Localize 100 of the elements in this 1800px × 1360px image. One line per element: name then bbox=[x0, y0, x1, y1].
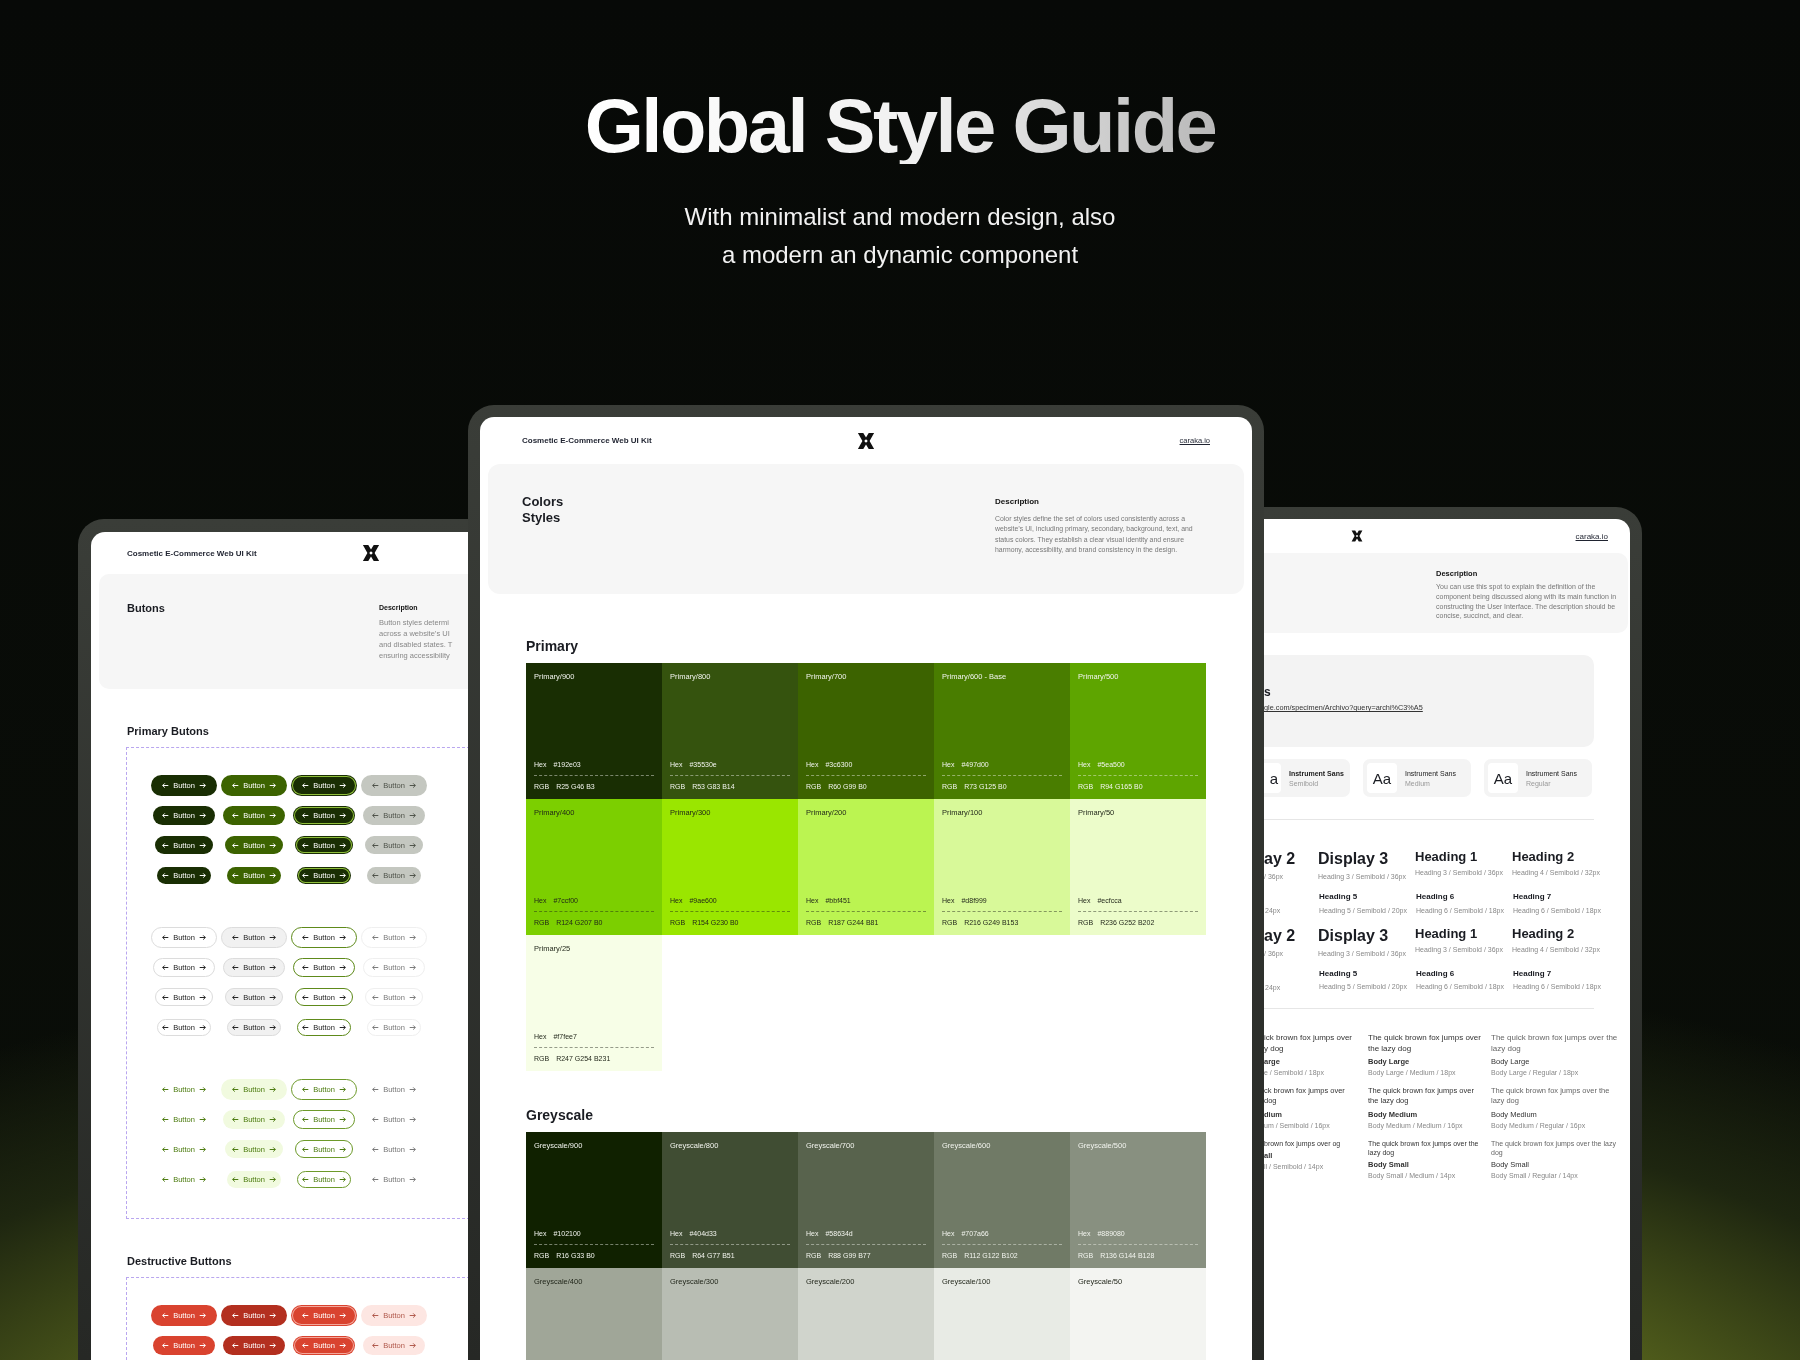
arrow-right-icon bbox=[408, 781, 416, 789]
arrow-right-icon bbox=[408, 963, 416, 971]
arrow-right-icon bbox=[338, 963, 346, 971]
section-heading: Destructive Buttons bbox=[127, 1255, 233, 1267]
arrow-left-icon bbox=[232, 1085, 240, 1093]
arrow-right-icon bbox=[408, 1341, 416, 1349]
arrow-right-icon bbox=[338, 781, 346, 789]
arrow-left-icon bbox=[162, 811, 170, 819]
type-sample: Heading 2 bbox=[1512, 926, 1576, 942]
type-sample: Heading 6 bbox=[1416, 969, 1456, 979]
arrow-left-icon bbox=[302, 993, 310, 1001]
sample-text: The quick brown fox jumps over the lazy dog bbox=[1368, 1032, 1481, 1055]
logo-icon bbox=[362, 544, 380, 562]
section-heading: Primary Butons bbox=[127, 725, 210, 737]
arrow-right-icon bbox=[408, 1311, 416, 1319]
arrow-left-icon bbox=[162, 933, 170, 941]
arrow-left-icon bbox=[232, 781, 240, 789]
arrow-right-icon bbox=[198, 1085, 206, 1093]
arrow-right-icon bbox=[408, 841, 416, 849]
section-heading: Greyscale bbox=[526, 1107, 594, 1123]
arrow-right-icon bbox=[408, 1145, 416, 1153]
arrow-right-icon bbox=[338, 1341, 346, 1349]
arrow-right-icon bbox=[198, 1023, 206, 1031]
section-title: Butons bbox=[127, 602, 166, 616]
arrow-right-icon bbox=[268, 811, 276, 819]
arrow-right-icon bbox=[268, 781, 276, 789]
type-sample: Display 3 bbox=[1318, 850, 1390, 868]
sample-text: ick brown fox jumps over y dog bbox=[1264, 1032, 1354, 1055]
arrow-right-icon bbox=[338, 841, 346, 849]
arrow-right-icon bbox=[268, 841, 276, 849]
arrow-left-icon bbox=[372, 1023, 380, 1031]
arrow-left-icon bbox=[162, 963, 170, 971]
arrow-right-icon bbox=[408, 933, 416, 941]
arrow-right-icon bbox=[268, 1175, 276, 1183]
arrow-left-icon bbox=[232, 963, 240, 971]
arrow-right-icon bbox=[268, 1311, 276, 1319]
arrow-left-icon bbox=[372, 1085, 380, 1093]
arrow-right-icon bbox=[338, 933, 346, 941]
arrow-left-icon bbox=[162, 871, 170, 879]
arrow-left-icon bbox=[232, 1023, 240, 1031]
kit-title: Cosmetic E-Commerce Web UI Kit bbox=[127, 548, 258, 558]
arrow-left-icon bbox=[302, 1115, 310, 1123]
arrow-right-icon bbox=[268, 1023, 276, 1031]
logo-icon bbox=[1351, 530, 1363, 542]
arrow-left-icon bbox=[302, 841, 310, 849]
arrow-right-icon bbox=[408, 993, 416, 1001]
arrow-right-icon bbox=[198, 1145, 206, 1153]
arrow-left-icon bbox=[162, 841, 170, 849]
type-sample: ay 2 bbox=[1264, 926, 1297, 945]
arrow-right-icon bbox=[198, 1175, 206, 1183]
arrow-right-icon bbox=[338, 1175, 346, 1183]
arrow-right-icon bbox=[338, 1085, 346, 1093]
arrow-left-icon bbox=[162, 1023, 170, 1031]
arrow-right-icon bbox=[338, 1311, 346, 1319]
type-sample: Heading 5 bbox=[1319, 892, 1359, 902]
arrow-left-icon bbox=[372, 1175, 380, 1183]
arrow-left-icon bbox=[162, 781, 170, 789]
font-sample: Aa bbox=[1488, 763, 1518, 794]
arrow-left-icon bbox=[232, 1311, 240, 1319]
arrow-left-icon bbox=[232, 1145, 240, 1153]
logo-icon bbox=[857, 431, 875, 450]
site-link[interactable]: caraka.io bbox=[1575, 531, 1608, 541]
arrow-right-icon bbox=[408, 1023, 416, 1031]
arrow-left-icon bbox=[302, 781, 310, 789]
arrow-left-icon bbox=[302, 933, 310, 941]
arrow-left-icon bbox=[302, 811, 310, 819]
section-title: Colors Styles bbox=[522, 494, 564, 527]
arrow-right-icon bbox=[198, 1341, 206, 1349]
kit-title: Cosmetic E-Commerce Web UI Kit bbox=[522, 436, 653, 445]
arrow-left-icon bbox=[162, 1145, 170, 1153]
arrow-right-icon bbox=[198, 933, 206, 941]
arrow-right-icon bbox=[198, 871, 206, 879]
font-sample: a bbox=[1264, 763, 1281, 794]
arrow-right-icon bbox=[268, 933, 276, 941]
arrow-right-icon bbox=[268, 1085, 276, 1093]
arrow-left-icon bbox=[232, 871, 240, 879]
type-sample: ay 2 bbox=[1264, 850, 1297, 868]
arrow-left-icon bbox=[162, 1311, 170, 1319]
arrow-right-icon bbox=[338, 1145, 346, 1153]
type-sample: Display 3 bbox=[1318, 926, 1390, 945]
arrow-left-icon bbox=[372, 993, 380, 1001]
section-heading: Primary bbox=[526, 638, 580, 654]
type-sample: Heading 7 bbox=[1513, 892, 1553, 902]
arrow-left-icon bbox=[232, 841, 240, 849]
arrow-right-icon bbox=[338, 993, 346, 1001]
arrow-left-icon bbox=[372, 1115, 380, 1123]
arrow-left-icon bbox=[232, 993, 240, 1001]
arrow-right-icon bbox=[268, 1145, 276, 1153]
sample-text: The quick brown fox jumps over the lazy dog bbox=[1491, 1032, 1619, 1055]
font-sample: Aa bbox=[1367, 763, 1397, 794]
type-sample: Heading 1 bbox=[1415, 850, 1479, 865]
arrow-right-icon bbox=[268, 1341, 276, 1349]
description-heading: Description bbox=[995, 497, 1040, 506]
arrow-left-icon bbox=[302, 1145, 310, 1153]
arrow-right-icon bbox=[408, 811, 416, 819]
arrow-left-icon bbox=[302, 1085, 310, 1093]
arrow-right-icon bbox=[268, 871, 276, 879]
arrow-left-icon bbox=[372, 841, 380, 849]
arrow-left-icon bbox=[372, 871, 380, 879]
arrow-right-icon bbox=[198, 993, 206, 1001]
